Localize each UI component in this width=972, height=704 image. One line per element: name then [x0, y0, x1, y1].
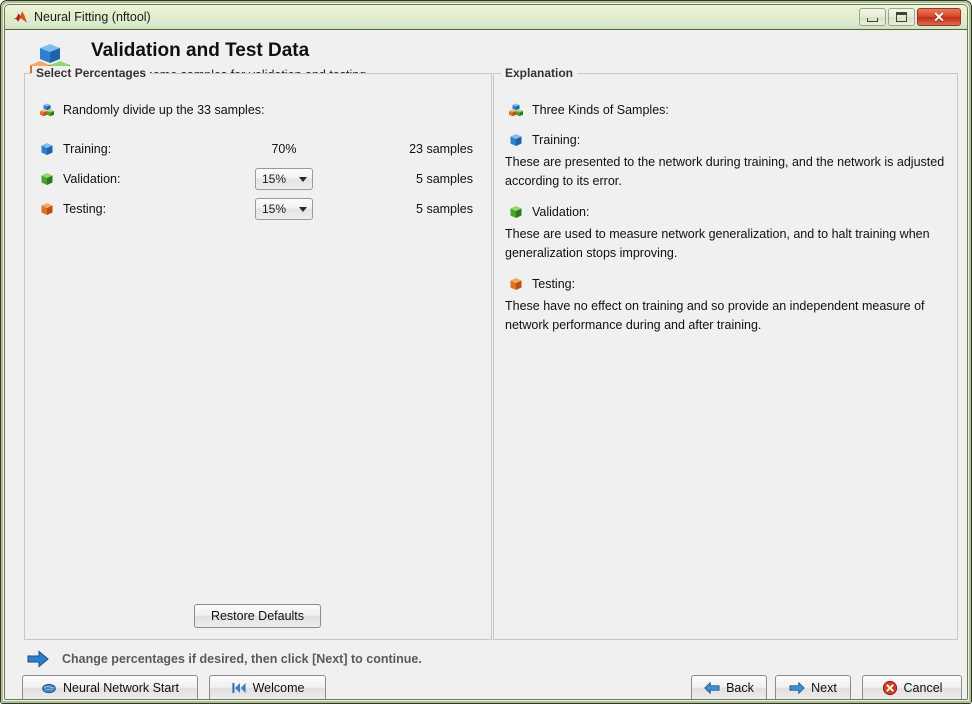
training-label-group: Training:	[39, 141, 229, 157]
explanation-validation-heading: Validation:	[508, 204, 589, 220]
next-label: Next	[811, 681, 837, 695]
title-bar-left: Neural Fitting (nftool)	[5, 10, 859, 24]
maximize-button[interactable]	[888, 8, 915, 26]
validation-row: Validation: 15% 5 samples	[39, 166, 479, 192]
matlab-logo-icon	[13, 11, 27, 23]
validation-label: Validation:	[63, 172, 121, 186]
explanation-training-label: Training:	[532, 133, 581, 147]
skip-to-start-icon	[231, 683, 246, 693]
window-controls: ✕	[859, 8, 967, 26]
randomly-divide-label: Randomly divide up the 33 samples:	[63, 103, 265, 117]
maximize-icon	[896, 12, 907, 22]
cancel-label: Cancel	[903, 681, 943, 695]
explanation-group: Explanation Three Kinds of Samples: Trai…	[493, 66, 958, 640]
bottom-button-bar: Neural Network Start Welcome Back Next C…	[5, 675, 967, 699]
blue-cube-icon	[41, 143, 53, 155]
window-title: Neural Fitting (nftool)	[34, 10, 151, 24]
back-label: Back	[726, 681, 754, 695]
minimize-button[interactable]	[859, 8, 886, 26]
explanation-testing-body: These have no effect on training and so …	[505, 299, 925, 333]
chevron-down-icon	[299, 176, 307, 182]
red-x-circle-icon	[882, 680, 897, 696]
validation-samples: 5 samples	[416, 172, 473, 186]
explanation-testing-label: Testing:	[532, 277, 576, 291]
training-percent-value: 70%	[271, 142, 297, 156]
orange-cube-icon	[41, 203, 53, 215]
select-percentages-title: Select Percentages	[32, 66, 151, 80]
select-percentages-group: Select Percentages Randomly divide up th…	[24, 66, 492, 640]
application-window: Neural Fitting (nftool) ✕ Validation and…	[0, 0, 972, 704]
close-icon: ✕	[933, 9, 945, 25]
testing-label: Testing:	[63, 202, 107, 216]
three-cubes-icon	[509, 103, 523, 117]
testing-samples: 5 samples	[416, 202, 473, 216]
title-bar: Neural Fitting (nftool) ✕	[5, 5, 967, 30]
neural-network-start-button[interactable]: Neural Network Start	[22, 675, 198, 699]
training-row: Training: 70% 23 samples	[39, 136, 479, 162]
back-button[interactable]: Back	[691, 675, 767, 699]
testing-row: Testing: 15% 5 samples	[39, 196, 479, 222]
close-button[interactable]: ✕	[917, 8, 961, 26]
neural-network-start-label: Neural Network Start	[62, 681, 179, 695]
validation-percent-cell: 15%	[229, 168, 339, 190]
explanation-validation-body: These are used to measure network genera…	[505, 227, 930, 261]
status-line: Change percentages if desired, then clic…	[27, 650, 422, 668]
cancel-button[interactable]: Cancel	[862, 675, 962, 699]
restore-defaults-button[interactable]: Restore Defaults	[194, 604, 321, 628]
welcome-label: Welcome	[252, 681, 305, 695]
blue-right-arrow-icon	[27, 650, 49, 668]
explanation-training-body: These are presented to the network durin…	[505, 155, 945, 189]
brain-icon	[42, 683, 56, 694]
validation-label-group: Validation:	[39, 171, 229, 187]
status-text: Change percentages if desired, then clic…	[62, 652, 422, 666]
green-cube-icon	[41, 173, 53, 185]
restore-defaults-label: Restore Defaults	[210, 609, 305, 623]
chevron-down-icon	[299, 206, 307, 212]
testing-percent-dropdown[interactable]: 15%	[255, 198, 313, 220]
explanation-title: Explanation	[501, 66, 578, 80]
testing-label-group: Testing:	[39, 201, 229, 217]
three-kinds-heading: Three Kinds of Samples:	[508, 102, 669, 118]
testing-percent-cell: 15%	[229, 198, 339, 220]
window-frame-inner: Neural Fitting (nftool) ✕ Validation and…	[4, 4, 968, 700]
blue-right-arrow-icon	[789, 681, 805, 695]
validation-percent-value: 15%	[262, 172, 287, 186]
explanation-validation-label: Validation:	[532, 205, 590, 219]
explanation-testing-heading: Testing:	[508, 276, 575, 292]
client-area: Validation and Test Data Set aside some …	[5, 30, 967, 699]
three-cubes-icon	[40, 103, 54, 117]
minimize-icon	[867, 17, 878, 22]
page-title: Validation and Test Data	[91, 39, 310, 61]
training-samples: 23 samples	[409, 142, 473, 156]
randomly-divide-row: Randomly divide up the 33 samples:	[39, 102, 265, 118]
validation-percent-dropdown[interactable]: 15%	[255, 168, 313, 190]
blue-cube-icon	[510, 134, 522, 146]
training-label: Training:	[63, 142, 112, 156]
blue-left-arrow-icon	[704, 681, 720, 695]
three-kinds-label: Three Kinds of Samples:	[532, 103, 669, 117]
testing-percent-value: 15%	[262, 202, 287, 216]
next-button[interactable]: Next	[775, 675, 851, 699]
orange-cube-icon	[510, 278, 522, 290]
explanation-training-heading: Training:	[508, 132, 580, 148]
welcome-button[interactable]: Welcome	[209, 675, 326, 699]
green-cube-icon	[510, 206, 522, 218]
